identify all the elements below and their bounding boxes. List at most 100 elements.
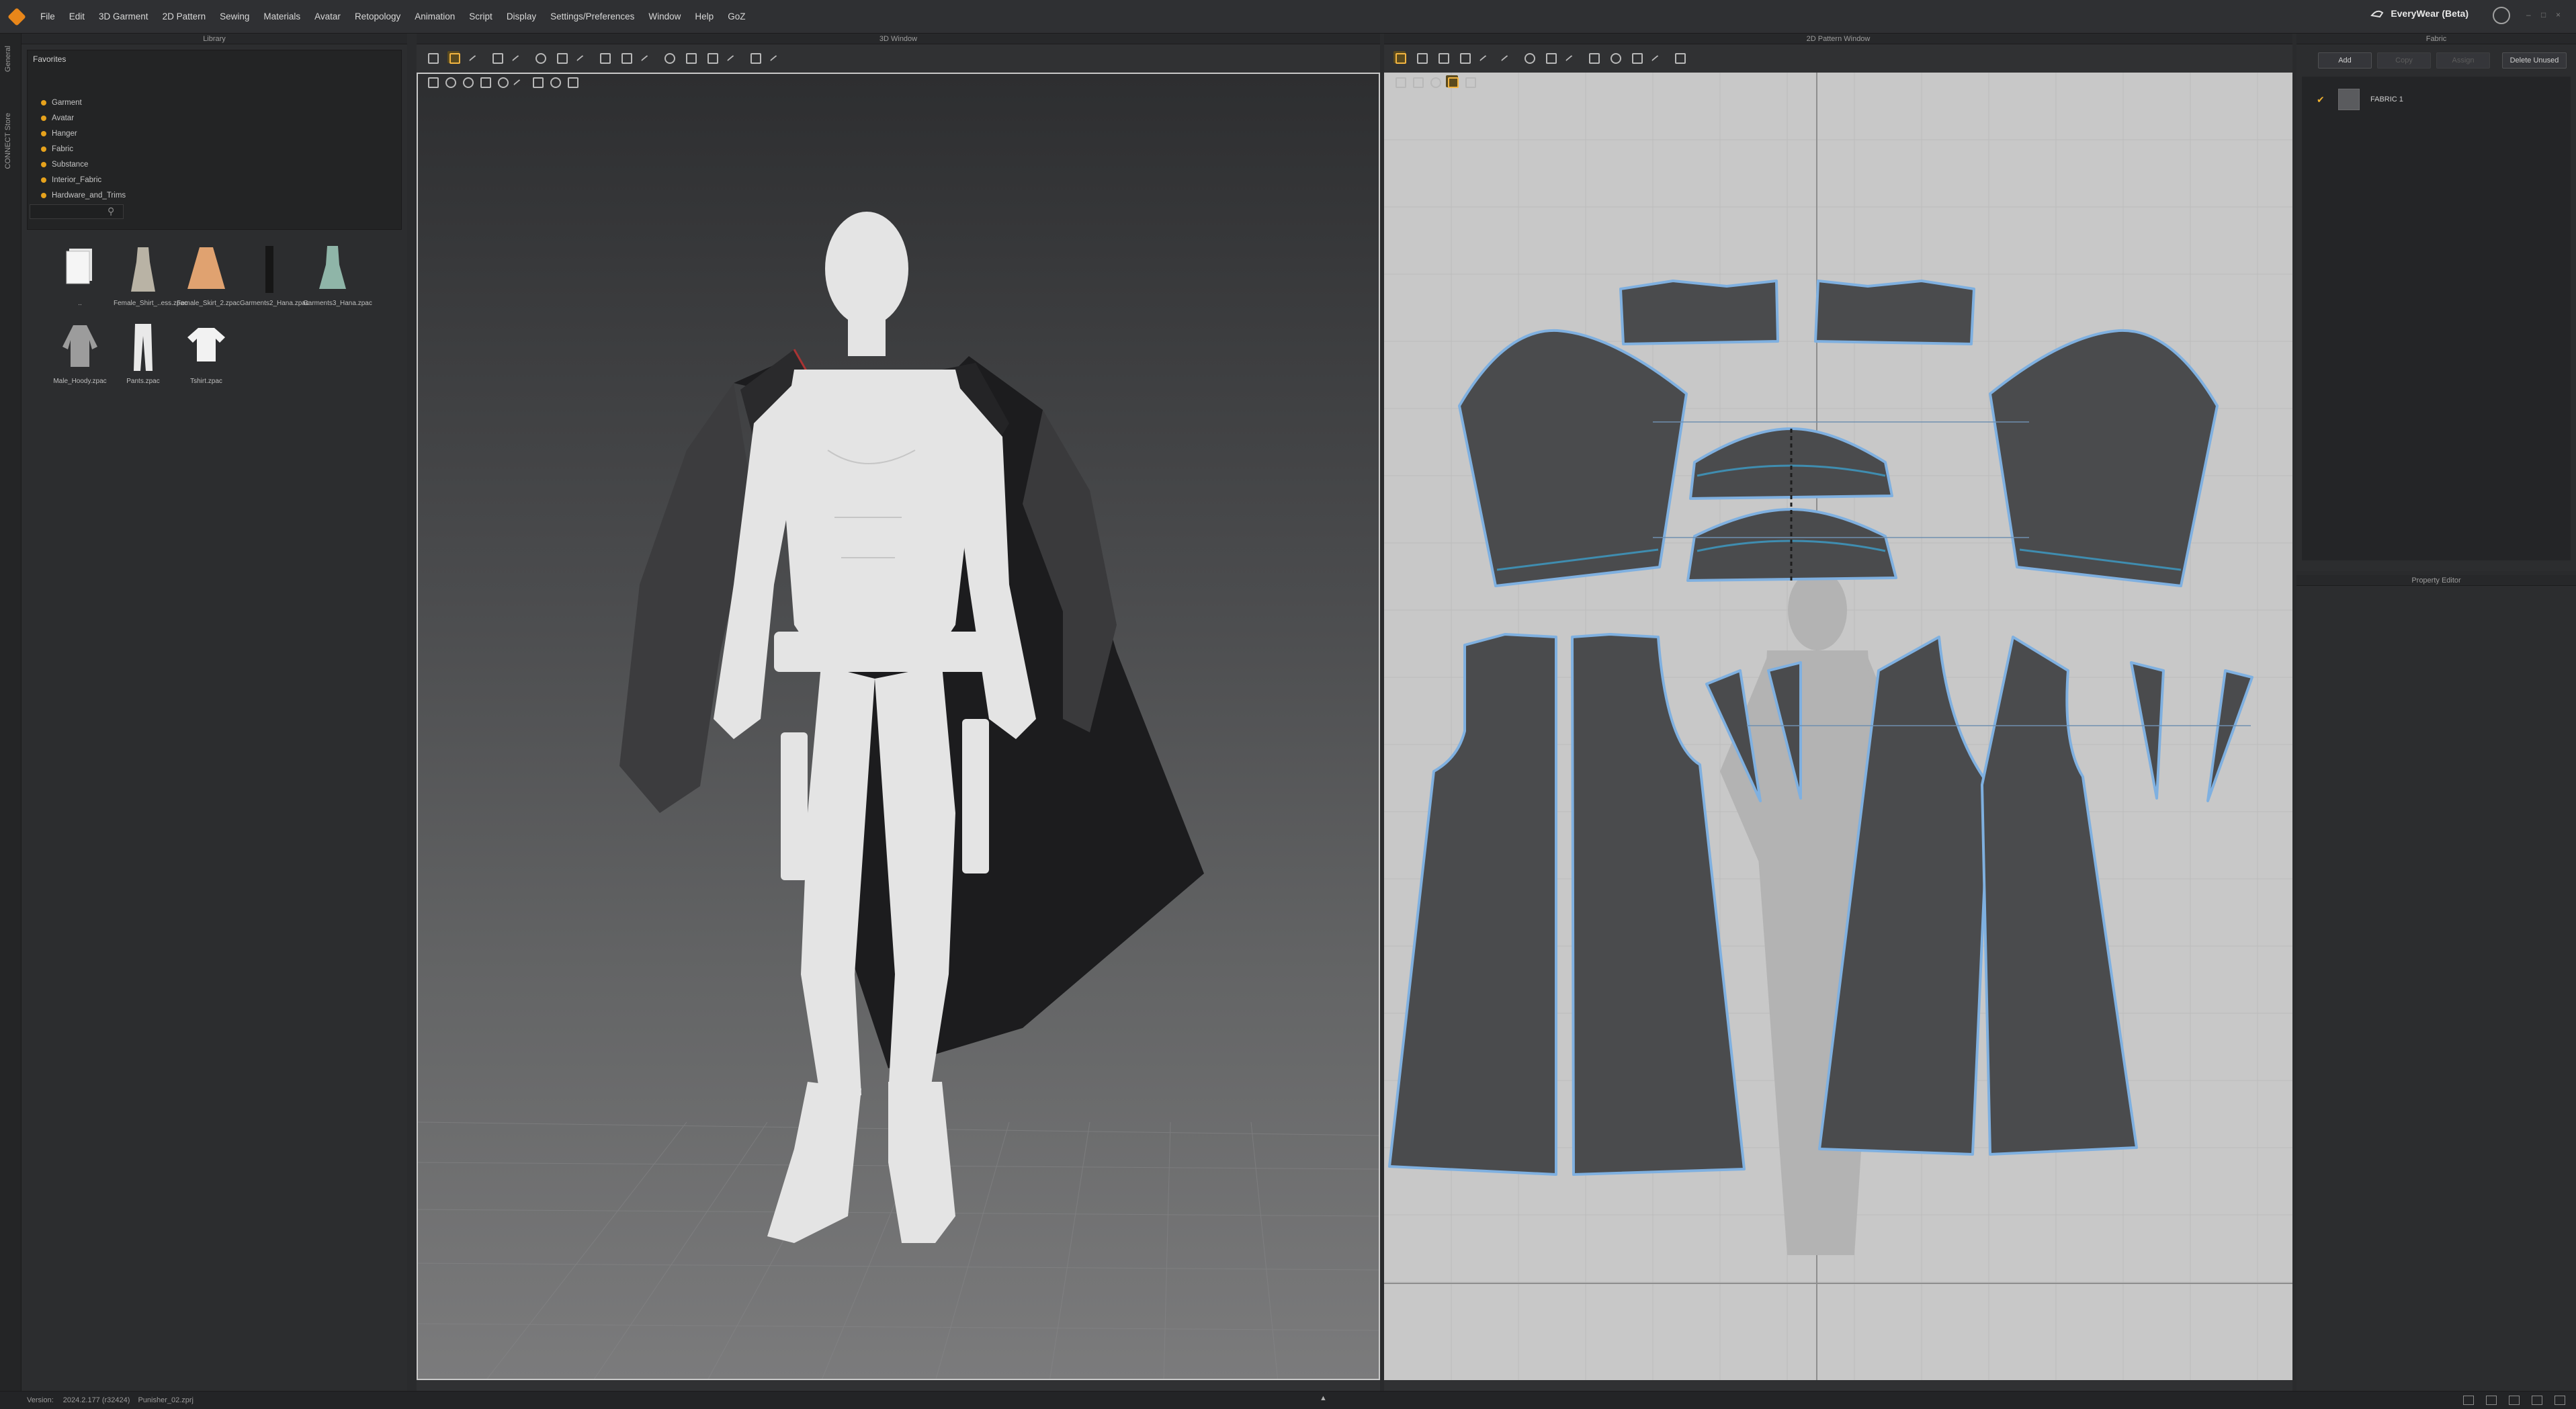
- fabric-list-item[interactable]: ✔ FABRIC 1: [2302, 86, 2571, 113]
- everywear-label: EveryWear (Beta): [2391, 8, 2468, 19]
- fabric-display-icon[interactable]: [1411, 75, 1424, 88]
- rectangle-icon[interactable]: [1458, 51, 1471, 64]
- menu-window[interactable]: Window: [648, 11, 681, 22]
- library-item[interactable]: Garments2_Hana.zpac: [238, 242, 309, 308]
- line-icon[interactable]: [641, 51, 653, 63]
- close-icon[interactable]: ×: [2556, 11, 2564, 19]
- library-item[interactable]: Tshirt.zpac: [175, 320, 238, 386]
- add-fabric-button[interactable]: Add: [2318, 52, 2372, 69]
- light-icon[interactable]: [496, 75, 509, 88]
- trim-icon[interactable]: [748, 51, 761, 64]
- menu-avatar[interactable]: Avatar: [314, 11, 341, 22]
- layout-split-icon[interactable]: [2486, 1396, 2497, 1405]
- menu-script[interactable]: Script: [469, 11, 492, 22]
- layout-single-icon[interactable]: [2463, 1396, 2474, 1405]
- menu-goz[interactable]: GoZ: [728, 11, 745, 22]
- folder-hanger[interactable]: Hanger: [41, 126, 126, 141]
- flatten-icon[interactable]: [555, 51, 568, 64]
- folder-substance[interactable]: Substance: [41, 157, 126, 172]
- export-icon[interactable]: [566, 75, 578, 88]
- select-icon[interactable]: [426, 51, 439, 64]
- menu-retopology[interactable]: Retopology: [355, 11, 400, 22]
- library-item[interactable]: Female_Skirt_2.zpac: [175, 242, 240, 308]
- menu-animation[interactable]: Animation: [415, 11, 455, 22]
- menu-2d-pattern[interactable]: 2D Pattern: [163, 11, 206, 22]
- edit-pattern-icon[interactable]: [1415, 51, 1428, 64]
- 2d-viewport[interactable]: [1384, 73, 2292, 1380]
- file-name: Punisher_02.zprj: [138, 1396, 194, 1404]
- trace-icon[interactable]: [1522, 51, 1535, 64]
- library-item[interactable]: Garments3_Hana.zpac: [301, 242, 372, 308]
- menu-file[interactable]: File: [40, 11, 55, 22]
- steam-icon[interactable]: [619, 51, 632, 64]
- garment-display-icon[interactable]: [443, 75, 456, 88]
- free-sewing-icon[interactable]: [1565, 51, 1578, 63]
- library-item[interactable]: ..: [48, 242, 112, 308]
- assign-fabric-button[interactable]: Assign: [2436, 52, 2490, 69]
- folder-interior-fabric[interactable]: Interior_Fabric: [41, 172, 126, 187]
- zipper-icon[interactable]: [727, 51, 739, 63]
- library-item[interactable]: Male_Hoody.zpac: [48, 320, 112, 386]
- search-icon[interactable]: ⚲: [108, 206, 114, 217]
- folder-avatar[interactable]: Avatar: [41, 110, 126, 126]
- everywear-button[interactable]: EveryWear (Beta): [2370, 8, 2468, 19]
- graphic-icon[interactable]: [1651, 51, 1664, 63]
- grid-icon[interactable]: [1463, 75, 1476, 88]
- arrange-icon[interactable]: [598, 51, 611, 64]
- menu-settings[interactable]: Settings/Preferences: [550, 11, 634, 22]
- pin-icon[interactable]: [469, 51, 481, 63]
- menu-3d-garment[interactable]: 3D Garment: [99, 11, 148, 22]
- segment-sewing-icon[interactable]: [1544, 51, 1557, 64]
- zoom-icon[interactable]: [1428, 75, 1441, 88]
- tape-icon[interactable]: [512, 51, 524, 63]
- camera-icon[interactable]: [531, 75, 544, 88]
- brush-icon[interactable]: [490, 51, 503, 64]
- highlight-icon[interactable]: [1446, 75, 1459, 88]
- tab-general[interactable]: General: [4, 46, 12, 72]
- tab-connect-store[interactable]: CONNECT Store: [4, 113, 12, 169]
- folder-garment[interactable]: Garment: [41, 95, 126, 110]
- sun-icon[interactable]: [548, 75, 561, 88]
- layout-3d-icon[interactable]: [2509, 1396, 2520, 1405]
- fabric-panel: Fabric Add Copy Assign Delete Unused ✔ F…: [2296, 34, 2576, 571]
- topstitch-icon[interactable]: [684, 51, 697, 64]
- 3d-viewport[interactable]: [417, 73, 1380, 1380]
- menu-help[interactable]: Help: [695, 11, 714, 22]
- layout-quad-icon[interactable]: [2554, 1396, 2565, 1405]
- measure-icon[interactable]: [576, 51, 589, 63]
- move-icon[interactable]: [447, 51, 460, 64]
- app-logo[interactable]: [7, 7, 26, 26]
- menu-edit[interactable]: Edit: [69, 11, 85, 22]
- dart-icon[interactable]: [1501, 51, 1513, 63]
- layout-2d-icon[interactable]: [2532, 1396, 2542, 1405]
- avatar-display-icon[interactable]: [426, 75, 439, 88]
- library-item[interactable]: Pants.zpac: [112, 320, 175, 386]
- edit-sewing-icon[interactable]: [1608, 51, 1621, 64]
- transform-pattern-icon[interactable]: [1393, 51, 1406, 64]
- delete-unused-button[interactable]: Delete Unused: [2502, 52, 2567, 69]
- folder-fabric[interactable]: Fabric: [41, 141, 126, 157]
- texture-edit-icon[interactable]: [1630, 51, 1643, 64]
- minimize-icon[interactable]: –: [2526, 11, 2534, 19]
- button-tool-icon[interactable]: [705, 51, 718, 64]
- expand-icon[interactable]: ▲: [1320, 1394, 1327, 1402]
- render-icon[interactable]: [513, 75, 525, 87]
- profile-icon[interactable]: [2493, 7, 2510, 24]
- menu-display[interactable]: Display: [507, 11, 536, 22]
- polygon-icon[interactable]: [1436, 51, 1449, 64]
- menu-materials[interactable]: Materials: [263, 11, 300, 22]
- menu-sewing[interactable]: Sewing: [220, 11, 249, 22]
- library-item[interactable]: Female_Shirt_..ess.zpac: [112, 242, 187, 308]
- folder-hardware[interactable]: Hardware_and_Trims: [41, 187, 126, 203]
- stitch-icon[interactable]: [1673, 51, 1686, 64]
- point-icon[interactable]: [662, 51, 675, 64]
- maximize-icon[interactable]: □: [2541, 11, 2549, 19]
- fold-icon[interactable]: [533, 51, 546, 64]
- check-sewing-icon[interactable]: [1587, 51, 1600, 64]
- texture-icon[interactable]: [461, 75, 474, 88]
- skeleton-icon[interactable]: [478, 75, 491, 88]
- ruler-icon[interactable]: [770, 51, 782, 63]
- internal-line-icon[interactable]: [1479, 51, 1492, 63]
- pattern-display-icon[interactable]: [1393, 75, 1406, 88]
- copy-fabric-button[interactable]: Copy: [2377, 52, 2431, 69]
